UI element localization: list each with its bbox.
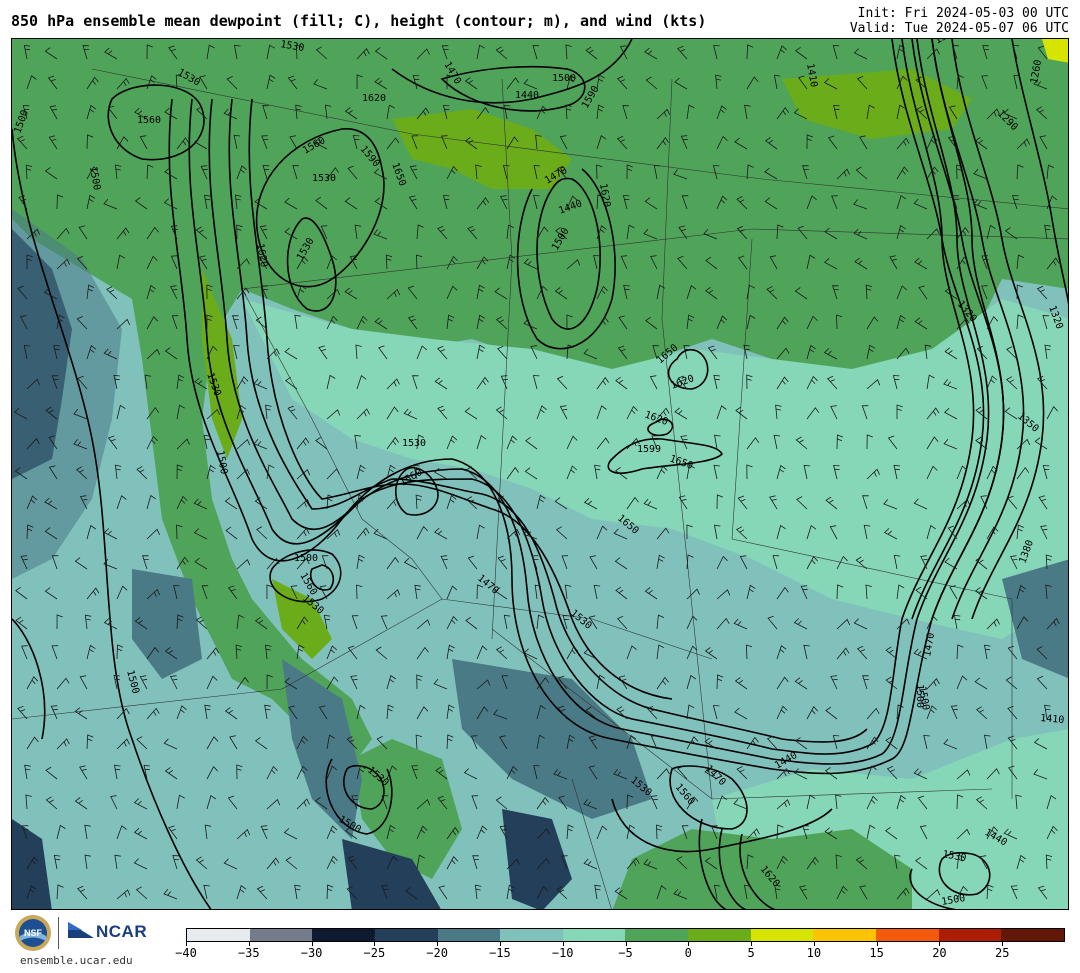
ncar-logo-text: NCAR bbox=[96, 922, 148, 941]
colorbar-segment bbox=[437, 929, 501, 941]
colorbar-segment bbox=[1001, 929, 1064, 941]
forecast-times: Init: Fri 2024-05-03 00 UTC Valid: Tue 2… bbox=[850, 6, 1069, 36]
contour-label: 1530 bbox=[402, 438, 426, 449]
contour-label: 1410 bbox=[1040, 713, 1065, 726]
colorbar-segment bbox=[562, 929, 626, 941]
colorbar-tick-label: −35 bbox=[237, 946, 260, 960]
contour-label: 1500 bbox=[294, 553, 318, 564]
colorbar-ticks: −40 −35 −30 −25 −20 −15 −10 −5 0 5 10 15 20 25 bbox=[175, 942, 1065, 968]
colorbar-tick-label: 0 bbox=[684, 946, 692, 960]
weather-map: 1530 1560 1500 1500 1530 1560 1530 1590 … bbox=[11, 38, 1069, 910]
map-canvas: 1530 1560 1500 1500 1530 1560 1530 1590 … bbox=[12, 39, 1068, 909]
colorbar-tick-label: 10 bbox=[806, 946, 822, 960]
site-url: ensemble.ucar.edu bbox=[20, 954, 133, 967]
logo-divider bbox=[58, 917, 59, 949]
colorbar-tick-label: −10 bbox=[551, 946, 574, 960]
colorbar-tick-label: −15 bbox=[489, 946, 511, 960]
colorbar-tick-label: 20 bbox=[932, 946, 947, 960]
colorbar-segment bbox=[688, 929, 751, 941]
colorbar-segment bbox=[312, 929, 375, 941]
nsf-logo-text: NSF bbox=[24, 928, 43, 938]
colorbar-segment bbox=[625, 929, 689, 941]
dewpoint-colorbar bbox=[186, 928, 1065, 942]
contour-label: 1560 bbox=[137, 115, 161, 126]
contour-label: 1530 bbox=[312, 173, 336, 184]
contour-label: 1500 bbox=[552, 73, 576, 84]
colorbar-segment bbox=[249, 929, 313, 941]
contour-label: 1440 bbox=[515, 90, 539, 101]
colorbar-segment bbox=[813, 929, 877, 941]
colorbar-segment bbox=[500, 929, 563, 941]
colorbar-tick-label: −40 bbox=[175, 946, 197, 960]
colorbar-segment bbox=[938, 929, 1002, 941]
colorbar-tick-label: −20 bbox=[426, 946, 448, 960]
ncar-logo-mark bbox=[68, 922, 94, 938]
logo-area: NSF NCAR ensemble.ucar.edu bbox=[14, 914, 164, 970]
colorbar-segment bbox=[187, 929, 250, 941]
colorbar-tick-label: 25 bbox=[994, 946, 1010, 960]
colorbar-tick-label: −25 bbox=[363, 946, 386, 960]
colorbar-tick-label: 15 bbox=[869, 946, 884, 960]
colorbar-tick-label: −5 bbox=[618, 946, 633, 960]
colorbar-tick-label: −30 bbox=[300, 946, 323, 960]
colorbar-segment bbox=[374, 929, 438, 941]
contour-label: 1620 bbox=[362, 93, 386, 104]
colorbar-segment bbox=[876, 929, 939, 941]
colorbar-segment bbox=[750, 929, 814, 941]
valid-time: Valid: Tue 2024-05-07 06 UTC bbox=[849, 21, 1069, 36]
nsf-logo: NSF bbox=[15, 915, 51, 951]
colorbar-tick-label: 5 bbox=[747, 946, 755, 960]
contour-label: 1599 bbox=[637, 444, 661, 455]
init-time: Init: Fri 2024-05-03 00 UTC bbox=[857, 6, 1069, 21]
map-title: 850 hPa ensemble mean dewpoint (fill; C)… bbox=[11, 12, 707, 30]
